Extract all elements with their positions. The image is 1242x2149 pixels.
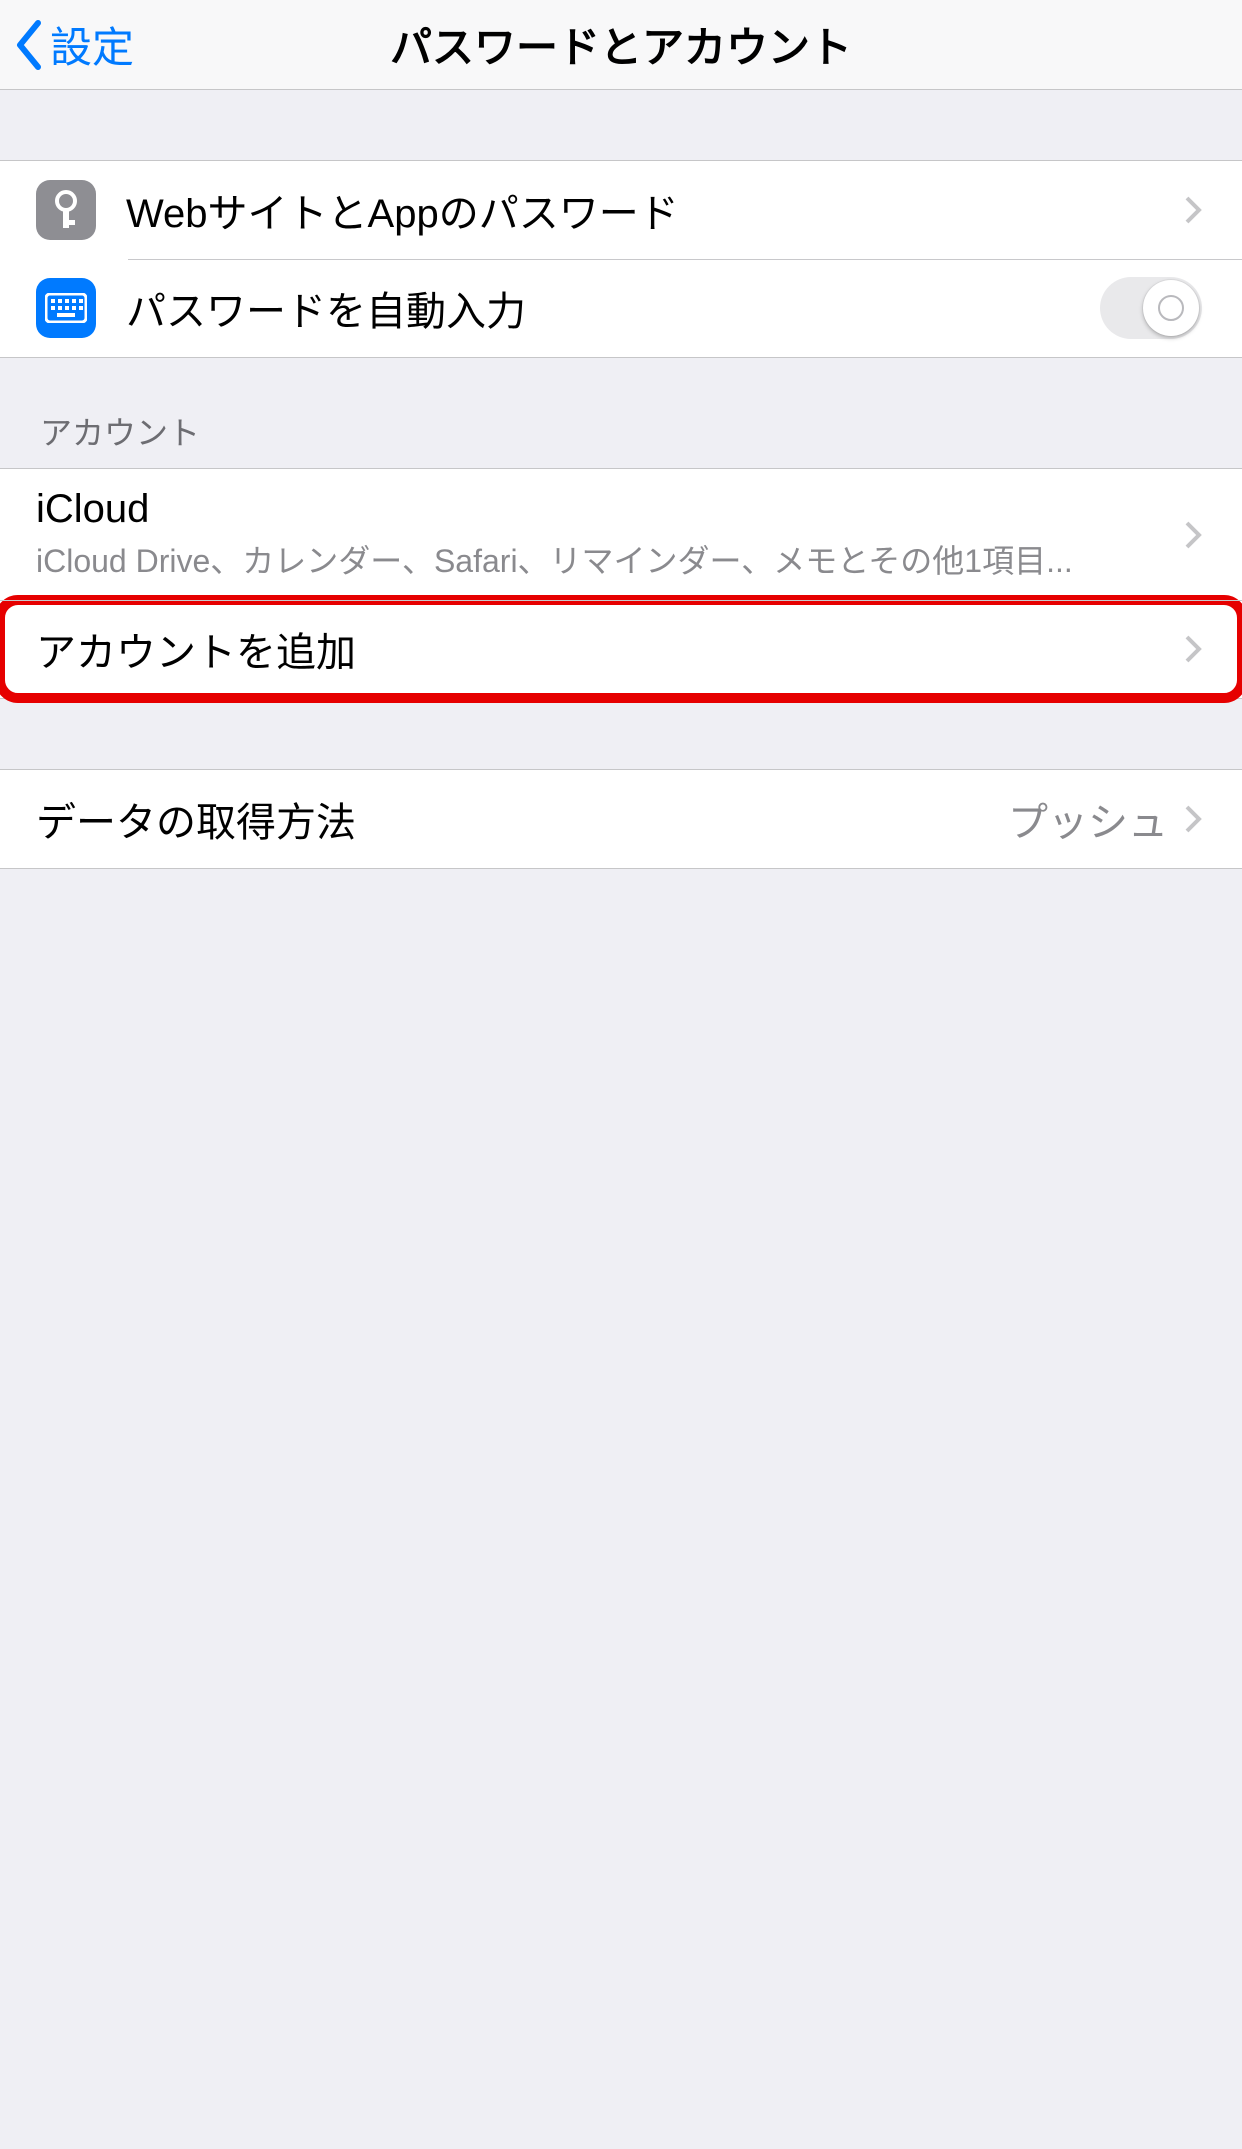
autofill-toggle[interactable] <box>1100 277 1202 339</box>
website-app-passwords-label: WebサイトとAppのパスワード <box>126 161 1184 259</box>
add-account-row[interactable]: アカウントを追加 <box>0 600 1242 698</box>
back-button[interactable]: 設定 <box>12 0 134 89</box>
website-app-passwords-row[interactable]: WebサイトとAppのパスワード <box>0 161 1242 259</box>
fetch-row[interactable]: データの取得方法 プッシュ <box>0 770 1242 868</box>
chevron-right-icon <box>1184 634 1202 664</box>
icloud-detail: iCloud Drive、カレンダー、Safari、リマインダー、メモとその他1… <box>36 536 1184 582</box>
autofill-passwords-row: パスワードを自動入力 <box>0 259 1242 357</box>
icloud-title: iCloud <box>36 487 1184 532</box>
accounts-section: iCloud iCloud Drive、カレンダー、Safari、リマインダー、… <box>0 468 1242 699</box>
navbar: 設定 パスワードとアカウント <box>0 0 1242 90</box>
fetch-section: データの取得方法 プッシュ <box>0 769 1242 869</box>
page-title: パスワードとアカウント <box>390 14 852 75</box>
chevron-left-icon <box>12 19 44 71</box>
chevron-right-icon <box>1184 195 1202 225</box>
add-account-label: アカウントを追加 <box>36 600 1184 698</box>
accounts-header: アカウント <box>0 358 1242 468</box>
passwords-section: WebサイトとAppのパスワード パスワードを自動入力 <box>0 160 1242 358</box>
fetch-value: プッシュ <box>1008 790 1168 848</box>
key-icon <box>36 180 96 240</box>
chevron-right-icon <box>1184 520 1202 550</box>
chevron-right-icon <box>1184 804 1202 834</box>
back-label: 設定 <box>50 14 134 75</box>
autofill-passwords-label: パスワードを自動入力 <box>126 259 1100 357</box>
icloud-row[interactable]: iCloud iCloud Drive、カレンダー、Safari、リマインダー、… <box>0 469 1242 600</box>
fetch-label: データの取得方法 <box>36 770 1008 868</box>
keyboard-icon <box>36 278 96 338</box>
